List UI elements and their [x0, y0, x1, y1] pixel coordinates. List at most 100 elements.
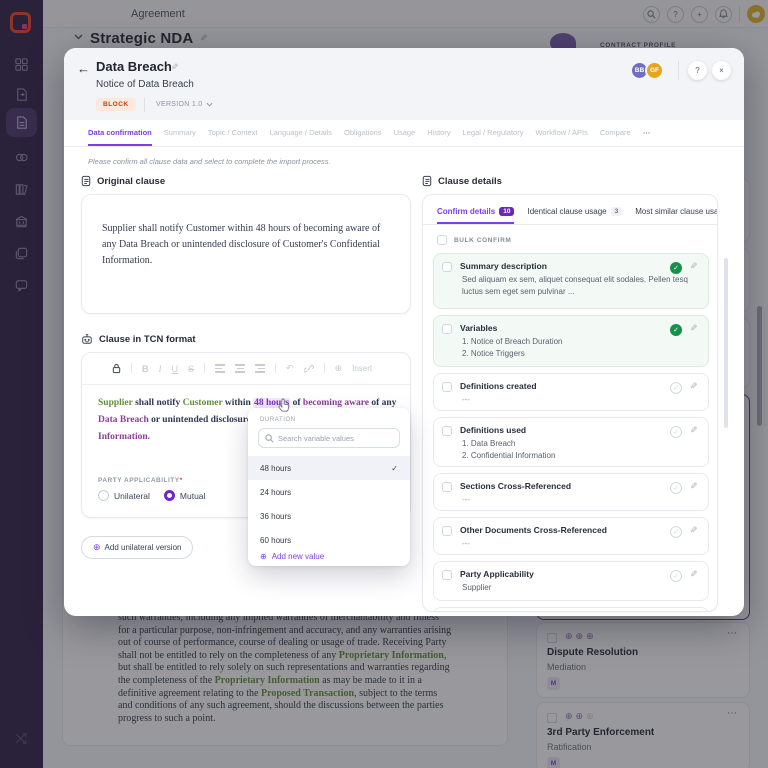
- insert-label[interactable]: Insert: [352, 364, 372, 373]
- variable-search-field[interactable]: [258, 428, 400, 448]
- modal-title: Data Breach: [96, 59, 172, 74]
- tab-confirm-details[interactable]: Confirm details 10: [437, 207, 515, 224]
- editor-toolbar: B I U S ↶ ⊕ Insert: [82, 353, 410, 385]
- dropdown-option-36-hours[interactable]: 36 hours: [248, 504, 410, 528]
- dropdown-option-24-hours[interactable]: 24 hours: [248, 480, 410, 504]
- bulk-confirm-row: BULK CONFIRM: [437, 235, 511, 245]
- tab-history[interactable]: History: [427, 128, 450, 146]
- italic-icon[interactable]: I: [159, 364, 162, 374]
- detail-card-summary-description[interactable]: Summary description Sed aliquam ex sem, …: [433, 253, 709, 309]
- details-scrollbar[interactable]: [724, 258, 728, 428]
- modal-close-button[interactable]: ×: [712, 61, 731, 80]
- tab-compare[interactable]: Compare: [600, 128, 631, 146]
- avatar[interactable]: GF: [645, 61, 664, 80]
- defined-term[interactable]: Data Breach: [98, 415, 149, 425]
- detail-checkbox[interactable]: [442, 324, 452, 334]
- detail-checkbox[interactable]: [442, 382, 452, 392]
- dropdown-label: DURATION: [260, 417, 296, 423]
- tab-topic-context[interactable]: Topic / Context: [208, 128, 258, 146]
- tab-workflow-apis[interactable]: Workflow / APIs: [535, 128, 587, 146]
- bulk-confirm-checkbox[interactable]: [437, 235, 447, 245]
- pending-check-icon: ✓: [670, 382, 682, 394]
- count-badge: 10: [499, 207, 515, 216]
- check-icon: ✓: [391, 463, 398, 473]
- edit-clause-name-icon[interactable]: ✎: [171, 62, 179, 73]
- robot-icon: [82, 334, 92, 344]
- align-center-icon[interactable]: [235, 362, 246, 374]
- link-icon[interactable]: [303, 364, 314, 374]
- search-input[interactable]: [278, 433, 388, 443]
- count-badge: 3: [610, 207, 623, 216]
- undo-icon[interactable]: ↶: [286, 363, 294, 374]
- pending-check-icon: ✓: [670, 426, 682, 438]
- edit-icon[interactable]: ✎: [690, 323, 698, 334]
- document-icon: [81, 175, 91, 187]
- bold-icon[interactable]: B: [142, 364, 149, 374]
- edit-icon[interactable]: ✎: [690, 381, 698, 392]
- edit-icon[interactable]: ✎: [690, 261, 698, 272]
- align-right-icon[interactable]: [255, 362, 266, 374]
- close-icon: ×: [719, 66, 724, 75]
- align-left-icon[interactable]: [215, 362, 226, 374]
- edit-icon[interactable]: ✎: [690, 525, 698, 536]
- confirmation-note: Please confirm all clause data and selec…: [88, 157, 331, 166]
- modal-help-button[interactable]: ?: [688, 61, 707, 80]
- detail-card-party-applicability[interactable]: Party Applicability Supplier ✓ ✎: [433, 561, 709, 601]
- strikethrough-icon[interactable]: S: [188, 364, 194, 374]
- clause-details-heading: Clause details: [438, 175, 502, 187]
- radio-unilateral[interactable]: [98, 490, 109, 501]
- original-clause-heading: Original clause: [97, 175, 166, 187]
- document-icon: [422, 175, 432, 187]
- modal-tabs: Data confirmation Summary Topic / Contex…: [64, 120, 744, 147]
- insert-icon[interactable]: ⊕: [335, 363, 343, 374]
- detail-card-variables[interactable]: Variables 1. Notice of Breach Duration 2…: [433, 315, 709, 367]
- edit-icon[interactable]: ✎: [690, 481, 698, 492]
- radio-mutual[interactable]: [163, 490, 175, 501]
- search-icon: [265, 433, 274, 442]
- confirmed-check-icon: ✓: [670, 324, 682, 336]
- details-tabs: Confirm details 10 Identical clause usag…: [423, 195, 717, 225]
- tab-legal-regulatory[interactable]: Legal / Regulatory: [463, 128, 524, 146]
- tcn-format-heading: Clause in TCN format: [99, 333, 196, 345]
- detail-card-other-documents[interactable]: Other Documents Cross-Referenced --- ✓ ✎: [433, 517, 709, 555]
- defined-term[interactable]: becoming aware: [303, 398, 369, 408]
- party-applicability-label: PARTY APPLICABILITY*: [98, 477, 183, 484]
- detail-checkbox[interactable]: [442, 570, 452, 580]
- tab-obligations[interactable]: Obligations: [344, 128, 382, 146]
- party-applicability-options: Unilateral Mutual: [98, 490, 219, 501]
- tab-identical-usage[interactable]: Identical clause usage 3: [527, 207, 623, 224]
- back-arrow-icon[interactable]: ←: [77, 61, 90, 76]
- lock-icon[interactable]: [112, 363, 121, 374]
- tab-data-confirmation[interactable]: Data confirmation: [88, 128, 152, 146]
- tab-summary[interactable]: Summary: [164, 128, 196, 146]
- confirmed-check-icon: ✓: [670, 262, 682, 274]
- detail-card-sections-cross-referenced[interactable]: Sections Cross-Referenced --- ✓ ✎: [433, 473, 709, 511]
- tab-language-details[interactable]: Language / Details: [269, 128, 332, 146]
- version-selector[interactable]: VERSION 1.0: [156, 101, 213, 108]
- party-term[interactable]: Customer: [183, 398, 223, 408]
- detail-card-definitions-used[interactable]: Definitions used 1. Data Breach 2. Confi…: [433, 417, 709, 467]
- edit-icon[interactable]: ✎: [690, 425, 698, 436]
- detail-checkbox[interactable]: [442, 262, 452, 272]
- party-term[interactable]: Supplier: [98, 398, 133, 408]
- original-clause-text: Supplier shall notify Customer within 48…: [102, 223, 381, 266]
- tabs-more-icon[interactable]: ⋯: [643, 128, 651, 146]
- detail-card-definitions-created[interactable]: Definitions created --- ✓ ✎: [433, 373, 709, 411]
- cursor-pointer-icon: [278, 398, 290, 412]
- add-unilateral-version-button[interactable]: ⊕ Add unilateral version: [81, 536, 194, 559]
- add-new-value-button[interactable]: ⊕ Add new value: [248, 552, 410, 561]
- detail-card-tags[interactable]: Tags 48 hours awareness of breach uninte…: [433, 607, 709, 611]
- duration-dropdown: DURATION 48 hours ✓ 24 hours 36 hours 60…: [248, 408, 410, 566]
- help-icon: ?: [695, 66, 700, 75]
- tab-similar-usage[interactable]: Most similar clause usage 72: [635, 207, 717, 224]
- underline-icon[interactable]: U: [172, 364, 179, 374]
- clause-details-card: Confirm details 10 Identical clause usag…: [422, 194, 718, 612]
- dropdown-option-48-hours[interactable]: 48 hours ✓: [248, 456, 410, 480]
- tab-usage[interactable]: Usage: [394, 128, 416, 146]
- detail-checkbox[interactable]: [442, 482, 452, 492]
- edit-icon[interactable]: ✎: [690, 569, 698, 580]
- dropdown-option-60-hours[interactable]: 60 hours: [248, 528, 410, 552]
- detail-checkbox[interactable]: [442, 526, 452, 536]
- plus-circle-icon: ⊕: [260, 552, 267, 561]
- detail-checkbox[interactable]: [442, 426, 452, 436]
